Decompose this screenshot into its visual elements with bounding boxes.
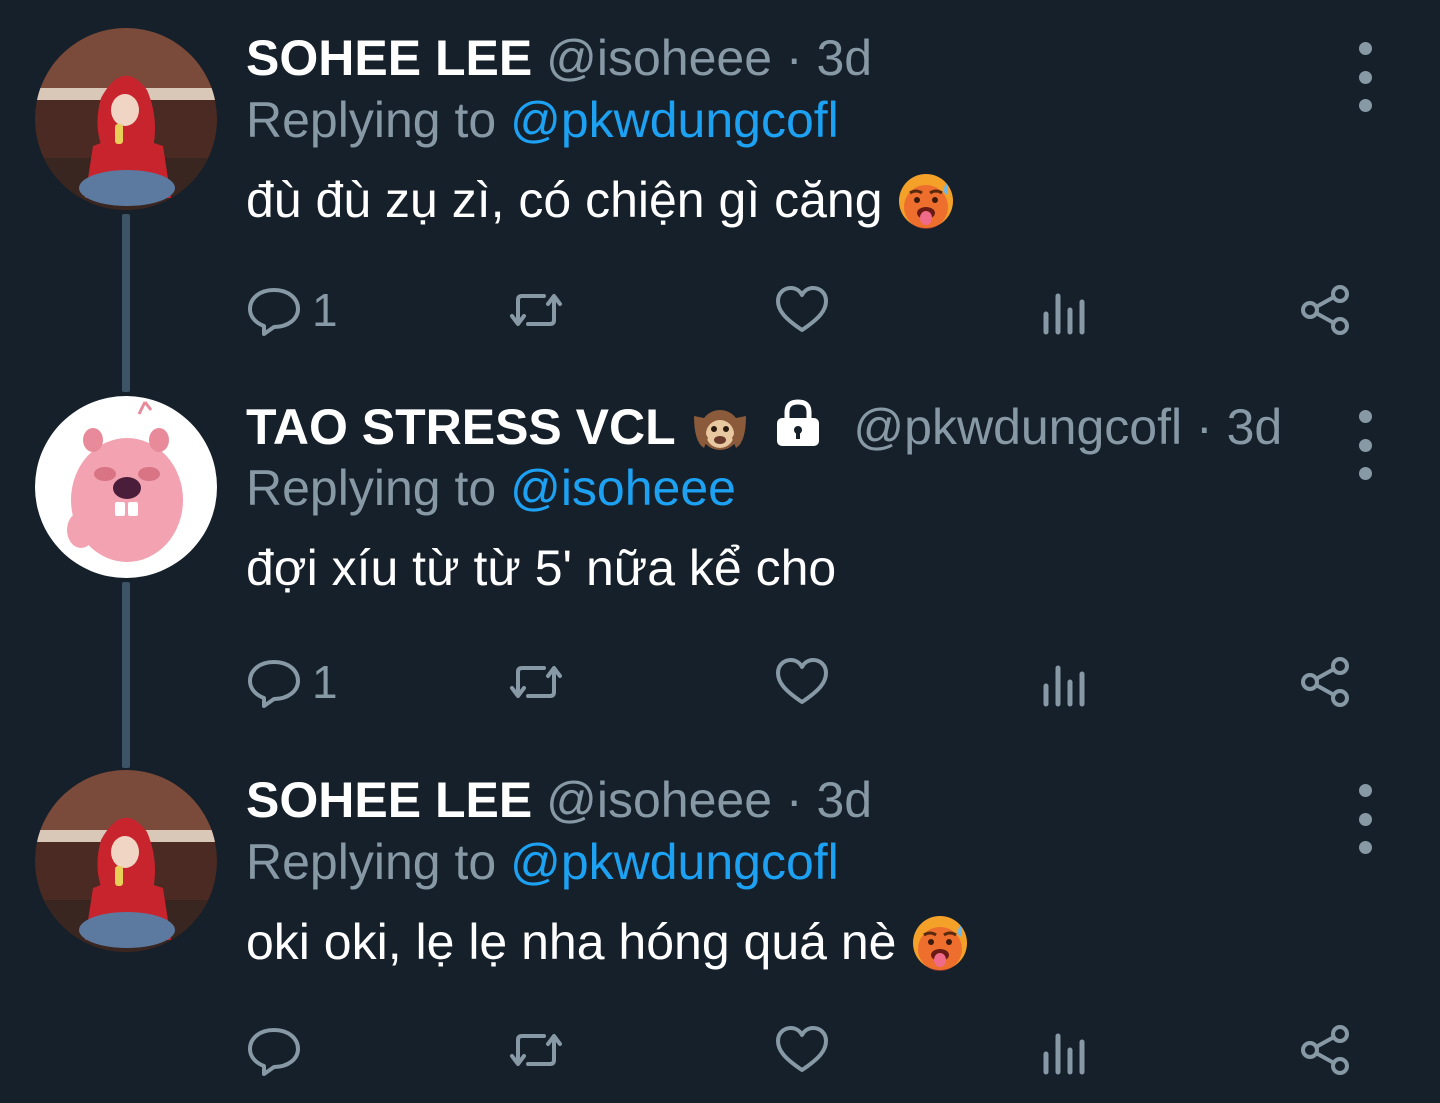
retweet-button[interactable] [508,1020,564,1080]
analytics-icon [1043,665,1085,707]
tweet-header: TAO STRESS VCL @pkwdungcofl · 3d [246,396,1326,456]
action-bar: 1 [246,280,1376,340]
user-handle[interactable]: @isoheee [546,30,772,86]
display-name[interactable]: SOHEE LEE [246,30,532,86]
analytics-icon [1043,293,1085,335]
retweet-button[interactable] [508,280,564,340]
replying-to-handle[interactable]: @pkwdungcofl [510,92,839,148]
display-name[interactable]: TAO STRESS VCL [246,399,676,455]
share-icon [1301,1025,1349,1075]
replying-to-handle[interactable]: @isoheee [510,460,736,516]
heart-icon [776,1026,828,1072]
hear-no-evil-monkey-emoji [690,398,750,458]
tweet[interactable]: SOHEE LEE @isoheee · 3d Replying to @pkw… [0,28,1440,358]
avatar[interactable] [35,396,217,578]
tweet[interactable]: SOHEE LEE @isoheee · 3d Replying to @pkw… [0,770,1440,1100]
share-button[interactable] [1298,280,1354,340]
tweet[interactable]: TAO STRESS VCL @pkwdungcofl · 3d Replyin… [0,396,1440,726]
avatar[interactable] [35,28,217,210]
tweet-text: oki oki, lẹ lẹ nha hóng quá nè [246,912,1326,973]
tweet-text-content: đợi xíu từ từ 5' nữa kể cho [246,540,837,596]
display-name[interactable]: SOHEE LEE [246,772,532,828]
analytics-icon [1043,1033,1085,1075]
replying-to-line: Replying to @pkwdungcofl [246,88,1326,152]
retweet-icon [510,666,562,698]
heart-icon [776,286,828,332]
timestamp[interactable]: 3d [816,772,872,828]
tweet-text: đợi xíu từ từ 5' nữa kể cho [246,538,1326,598]
reply-count: 1 [312,656,338,708]
like-button[interactable] [774,652,830,712]
replying-to-handle[interactable]: @pkwdungcofl [510,834,839,890]
analytics-button[interactable] [1036,1020,1092,1080]
share-icon [1301,657,1349,707]
separator-dot: · [785,30,803,86]
hot-face-emoji [910,913,970,973]
tweet-header: SOHEE LEE @isoheee · 3d [246,28,1326,88]
analytics-button[interactable] [1036,652,1092,712]
user-handle[interactable]: @isoheee [546,772,772,828]
user-handle[interactable]: @pkwdungcofl [853,399,1182,455]
tweet-text-content: đù đù zụ zì, có chiện gì căng [246,172,883,228]
replying-to-line: Replying to @pkwdungcofl [246,830,1326,894]
heart-icon [776,658,828,704]
retweet-icon [510,294,562,326]
share-button[interactable] [1298,652,1354,712]
action-bar [246,1020,1376,1080]
reply-button[interactable]: 1 [246,280,338,340]
like-button[interactable] [774,280,830,340]
hot-face-emoji [896,171,956,231]
timestamp[interactable]: 3d [816,30,872,86]
replying-to-label: Replying to [246,92,497,148]
like-button[interactable] [774,1020,830,1080]
avatar[interactable] [35,770,217,952]
tweet-text-content: oki oki, lẹ lẹ nha hóng quá nè [246,914,897,970]
more-options-icon[interactable] [1350,784,1380,854]
separator-dot: · [785,772,803,828]
share-icon [1301,285,1349,335]
replying-to-label: Replying to [246,460,497,516]
share-button[interactable] [1298,1020,1354,1080]
tweet-header: SOHEE LEE @isoheee · 3d [246,770,1326,830]
more-options-icon[interactable] [1350,410,1380,480]
retweet-button[interactable] [508,652,564,712]
reply-icon [248,1028,300,1076]
more-options-icon[interactable] [1350,42,1380,112]
tweet-text: đù đù zụ zì, có chiện gì căng [246,170,1326,231]
timestamp[interactable]: 3d [1227,399,1283,455]
separator-dot: · [1196,399,1213,455]
retweet-icon [510,1034,562,1066]
replying-to-label: Replying to [246,834,497,890]
analytics-button[interactable] [1036,280,1092,340]
reply-icon [248,660,300,708]
reply-icon [248,288,300,336]
reply-button[interactable]: 1 [246,652,338,712]
reply-button[interactable] [246,1020,312,1080]
reply-count: 1 [312,284,338,336]
replying-to-line: Replying to @isoheee [246,456,1326,520]
action-bar: 1 [246,652,1376,712]
lock-icon [771,396,825,450]
